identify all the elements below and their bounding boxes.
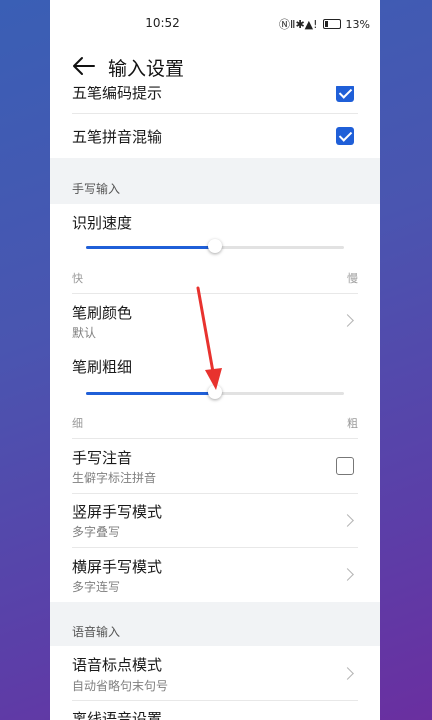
chevron-right-icon <box>341 514 354 527</box>
landscape-mode-title: 横屏手写模式 <box>72 558 163 576</box>
status-bar: 10:52 ⓃⅡ✱▲! 13% <box>50 0 380 46</box>
recognition-speed-label: 识别速度 <box>72 214 133 232</box>
recognition-speed-fill <box>86 246 215 249</box>
back-arrow-icon[interactable] <box>68 52 98 80</box>
battery-percent: 13% <box>345 17 370 31</box>
speed-slow-label: 慢 <box>347 272 358 285</box>
handwriting-group-label: 手写输入 <box>72 182 121 196</box>
phone-screen: 10:52 ⓃⅡ✱▲! 13% 输入设置 五笔编码提示 五笔拼音混输 手写输入 … <box>50 0 380 720</box>
handwriting-card: 识别速度 快 慢 笔刷颜色 默认 笔刷粗细 细 粗 手写注音 生僻字标注拼音 竖… <box>50 204 380 602</box>
brush-width-thumb[interactable] <box>208 385 222 399</box>
voice-group-label: 语音输入 <box>72 625 121 639</box>
status-glyphs: ⓃⅡ✱▲! <box>279 18 318 31</box>
phonetic-checkbox[interactable] <box>336 457 354 475</box>
page-title: 输入设置 <box>108 58 185 80</box>
speed-fast-label: 快 <box>72 272 83 285</box>
phonetic-subtitle: 生僻字标注拼音 <box>72 471 157 485</box>
landscape-mode-value: 多字连写 <box>72 580 121 594</box>
title-bar: 输入设置 <box>50 46 380 86</box>
divider <box>72 438 358 439</box>
voice-card: 语音标点模式 自动省略句末句号 离线语音设置 <box>50 646 380 720</box>
wubi-mixed-checkbox[interactable] <box>336 127 354 145</box>
chevron-right-icon <box>341 314 354 327</box>
wubi-hint-checkbox[interactable] <box>336 84 354 102</box>
divider <box>72 113 358 114</box>
width-thin-label: 细 <box>72 417 83 430</box>
wubi-mixed-label: 五笔拼音混输 <box>72 128 163 146</box>
portrait-mode-value: 多字叠写 <box>72 525 121 539</box>
brush-width-slider[interactable] <box>86 385 344 399</box>
status-icons: ⓃⅡ✱▲! 13% <box>279 16 370 32</box>
phonetic-title: 手写注音 <box>72 449 133 467</box>
punctuation-value: 自动省略句末句号 <box>72 679 169 693</box>
battery-icon <box>322 19 341 29</box>
width-thick-label: 粗 <box>347 417 358 430</box>
brush-width-label: 笔刷粗细 <box>72 358 133 376</box>
divider <box>72 293 358 294</box>
brush-width-fill <box>86 392 215 395</box>
portrait-mode-title: 竖屏手写模式 <box>72 503 163 521</box>
divider <box>72 700 358 701</box>
punctuation-title: 语音标点模式 <box>72 656 163 674</box>
recognition-speed-thumb[interactable] <box>208 239 222 253</box>
divider <box>72 493 358 494</box>
recognition-speed-slider[interactable] <box>86 239 344 253</box>
offline-voice-title[interactable]: 离线语音设置 <box>72 708 162 720</box>
status-time: 10:52 <box>145 16 180 30</box>
brush-color-value: 默认 <box>72 326 97 340</box>
divider <box>72 547 358 548</box>
brush-color-title: 笔刷颜色 <box>72 304 133 322</box>
chevron-right-icon <box>341 667 354 680</box>
chevron-right-icon <box>341 568 354 581</box>
